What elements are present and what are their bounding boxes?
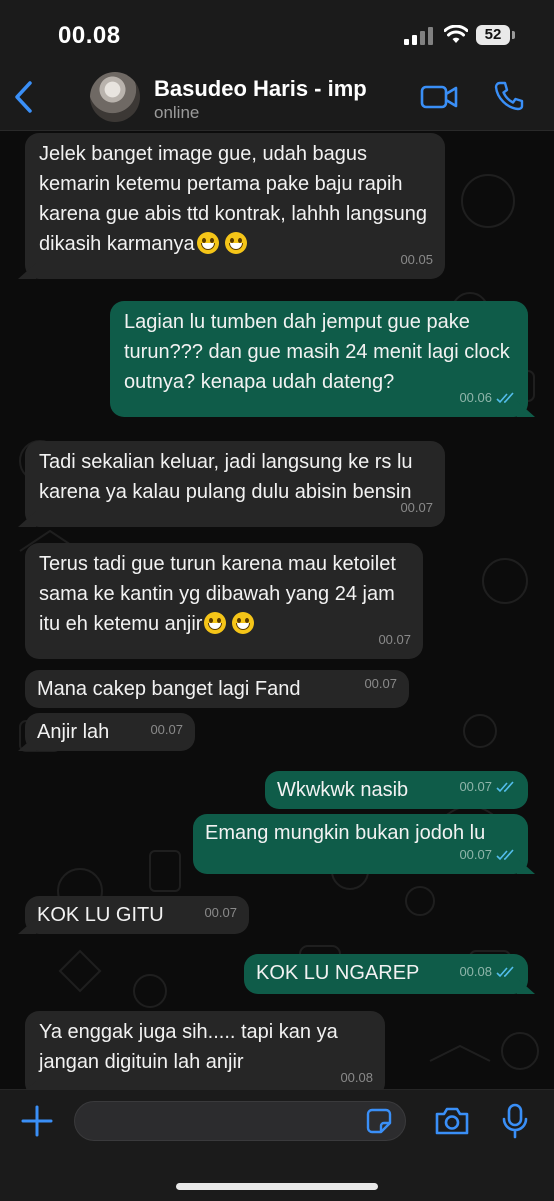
message-time: 00.07 bbox=[459, 847, 492, 862]
message-text: Emang mungkin bukan jodoh lu bbox=[205, 822, 486, 844]
message-text: Wkwkwk nasib bbox=[277, 779, 409, 801]
contact-name[interactable]: Basudeo Haris - imp bbox=[154, 76, 367, 102]
message-input[interactable] bbox=[74, 1101, 406, 1141]
message-text: Anjir lah bbox=[37, 721, 110, 743]
message-text: Ya enggak juga sih..... tapi kan ya jang… bbox=[39, 1021, 338, 1073]
plus-icon[interactable] bbox=[20, 1104, 54, 1138]
message-time: 00.06 bbox=[459, 390, 492, 405]
read-receipt-icon bbox=[496, 966, 514, 978]
battery-icon: 52 bbox=[476, 25, 515, 45]
message-outgoing[interactable]: Wkwkwk nasib 00.07 bbox=[265, 771, 528, 809]
contact-status: online bbox=[154, 103, 200, 122]
microphone-icon[interactable] bbox=[502, 1103, 528, 1139]
message-incoming[interactable]: Ya enggak juga sih..... tapi kan ya jang… bbox=[25, 1011, 385, 1089]
message-time: 00.05 bbox=[400, 252, 433, 267]
phone-icon[interactable] bbox=[494, 80, 524, 112]
message-time: 00.07 bbox=[459, 779, 492, 794]
message-incoming[interactable]: Tadi sekalian keluar, jadi langsung ke r… bbox=[25, 441, 445, 527]
message-text: KOK LU NGAREP bbox=[256, 962, 420, 984]
composer-bar bbox=[0, 1089, 554, 1201]
message-incoming[interactable]: Terus tadi gue turun karena mau ketoilet… bbox=[25, 543, 423, 659]
message-outgoing[interactable]: Lagian lu tumben dah jemput gue pake tur… bbox=[110, 301, 528, 417]
message-time: 00.07 bbox=[204, 905, 237, 920]
message-time: 00.07 bbox=[364, 676, 397, 691]
message-text: Lagian lu tumben dah jemput gue pake tur… bbox=[124, 311, 510, 393]
message-text: Tadi sekalian keluar, jadi langsung ke r… bbox=[39, 451, 413, 503]
video-call-icon[interactable] bbox=[420, 82, 458, 112]
message-text: KOK LU GITU bbox=[37, 904, 164, 926]
clock: 00.08 bbox=[58, 22, 121, 49]
message-outgoing[interactable]: Emang mungkin bukan jodoh lu 00.07 bbox=[193, 814, 528, 874]
message-list[interactable]: Jelek banget image gue, udah bagus kemar… bbox=[0, 131, 554, 1089]
message-outgoing[interactable]: KOK LU NGAREP 00.08 bbox=[244, 954, 528, 994]
message-time: 00.08 bbox=[459, 964, 492, 979]
cellular-signal-icon bbox=[404, 27, 434, 45]
message-incoming[interactable]: Anjir lah 00.07 bbox=[25, 713, 195, 751]
grinning-emoji-icon bbox=[232, 612, 255, 634]
message-text: Mana cakep banget lagi Fand bbox=[37, 678, 301, 700]
message-time: 00.07 bbox=[150, 722, 183, 737]
message-incoming[interactable]: Jelek banget image gue, udah bagus kemar… bbox=[25, 133, 445, 279]
read-receipt-icon bbox=[496, 781, 514, 793]
home-indicator bbox=[176, 1183, 378, 1190]
message-time: 00.07 bbox=[400, 500, 433, 515]
grinning-emoji-icon bbox=[224, 232, 247, 254]
message-incoming[interactable]: KOK LU GITU 00.07 bbox=[25, 896, 249, 934]
sticker-icon[interactable] bbox=[366, 1108, 392, 1134]
chat-header: Basudeo Haris - imp online bbox=[0, 66, 554, 131]
wifi-icon bbox=[444, 25, 468, 43]
read-receipt-icon bbox=[496, 392, 514, 404]
read-receipt-icon bbox=[496, 849, 514, 861]
grinning-emoji-icon bbox=[196, 232, 219, 254]
message-incoming[interactable]: Mana cakep banget lagi Fand 00.07 bbox=[25, 670, 409, 708]
status-bar: 00.08 52 bbox=[0, 0, 554, 66]
message-time: 00.08 bbox=[340, 1070, 373, 1085]
grinning-emoji-icon bbox=[204, 612, 227, 634]
message-time: 00.07 bbox=[378, 632, 411, 647]
contact-avatar[interactable] bbox=[90, 72, 140, 122]
camera-icon[interactable] bbox=[434, 1106, 470, 1136]
back-chevron-icon[interactable] bbox=[12, 80, 36, 114]
